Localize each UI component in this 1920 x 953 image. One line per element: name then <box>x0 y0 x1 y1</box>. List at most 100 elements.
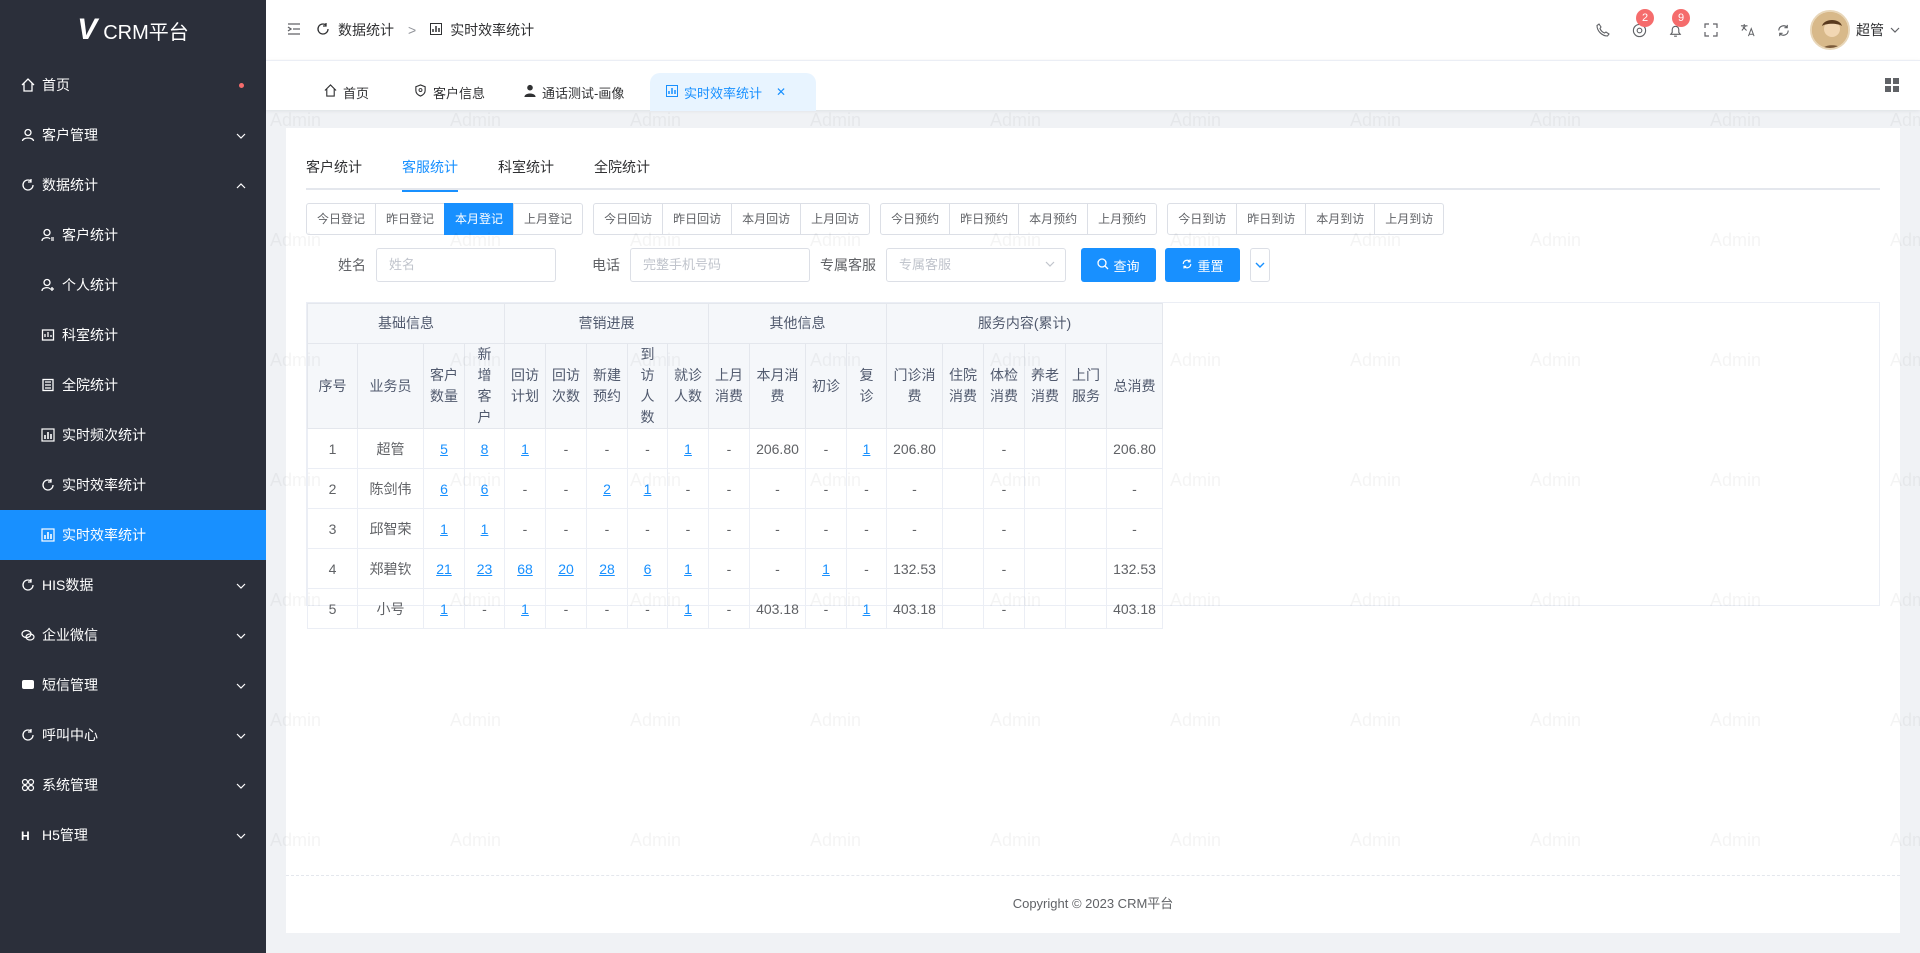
date-filter-button[interactable]: 今日到访 <box>1167 203 1238 235</box>
subtab-hospital[interactable]: 全院统计 <box>594 160 650 190</box>
date-filter-button[interactable]: 上月回访 <box>800 203 871 235</box>
sidebar-item[interactable]: 客户管理 <box>0 110 266 160</box>
service-select[interactable]: 专属客服 <box>886 248 1066 282</box>
sidebar-item[interactable]: 数据统计 <box>0 160 266 210</box>
subtab-department[interactable]: 科室统计 <box>498 160 554 190</box>
search-icon <box>1097 257 1109 273</box>
logo[interactable]: V CRM平台 <box>0 0 266 60</box>
sidebar-item-label: 科室统计 <box>62 327 118 343</box>
user-icon <box>20 127 36 143</box>
translate-icon[interactable] <box>1738 21 1756 39</box>
sidebar-item[interactable]: 实时效率统计 <box>0 510 266 560</box>
date-filter-button[interactable]: 昨日到访 <box>1236 203 1307 235</box>
name-input[interactable]: 姓名 <box>376 248 556 282</box>
close-icon[interactable]: ✕ <box>776 85 786 99</box>
sidebar-item[interactable]: 实时效率统计 <box>0 460 266 510</box>
tab-call-test[interactable]: 通话测试-画像 <box>508 73 640 111</box>
sidebar-item[interactable]: 实时频次统计 <box>0 410 266 460</box>
count-link[interactable]: 1 <box>684 601 692 617</box>
date-filter-button[interactable]: 本月预约 <box>1018 203 1089 235</box>
chevron-down-icon <box>1045 249 1055 281</box>
header-group-row: 基础信息 营销进展 其他信息 服务内容(累计) <box>307 303 1163 344</box>
table-cell: - <box>886 508 943 549</box>
sidebar-item[interactable]: 呼叫中心 <box>0 710 266 760</box>
sidebar-item[interactable]: 客户统计 <box>0 210 266 260</box>
count-link[interactable]: 68 <box>517 561 533 577</box>
date-filter-button[interactable]: 昨日预约 <box>949 203 1020 235</box>
reset-button[interactable]: 重置 <box>1165 248 1240 282</box>
table-cell: 1 <box>805 548 847 589</box>
at-icon[interactable]: 2 <box>1630 9 1654 39</box>
tab-customer-info[interactable]: 客户信息 <box>398 73 501 111</box>
date-filter-button[interactable]: 昨日回访 <box>662 203 733 235</box>
service-placeholder: 专属客服 <box>899 257 952 272</box>
sidebar-item[interactable]: 企业微信 <box>0 610 266 660</box>
count-link[interactable]: 28 <box>599 561 615 577</box>
tab-home[interactable]: 首页 <box>308 73 385 111</box>
user-menu[interactable]: 超管 <box>1810 10 1900 50</box>
breadcrumb-item[interactable]: 数据统计 <box>338 20 394 40</box>
sidebar-item[interactable]: 科室统计 <box>0 310 266 360</box>
sidebar-item[interactable]: 全院统计 <box>0 360 266 410</box>
count-link[interactable]: 5 <box>440 441 448 457</box>
avatar[interactable] <box>1810 10 1850 50</box>
table-cell: - <box>886 468 943 509</box>
date-filter-button[interactable]: 本月登记 <box>444 203 515 235</box>
count-link[interactable]: 6 <box>440 481 448 497</box>
menu-fold-icon[interactable] <box>286 21 302 40</box>
refresh-icon <box>316 22 330 39</box>
sidebar-item[interactable]: H H5管理 <box>0 810 266 860</box>
count-link[interactable]: 20 <box>558 561 574 577</box>
subtab-service[interactable]: 客服统计 <box>402 160 458 192</box>
table-cell: 3 <box>307 508 358 549</box>
date-filter-button[interactable]: 今日登记 <box>306 203 377 235</box>
count-link[interactable]: 1 <box>863 441 871 457</box>
date-filter-button[interactable]: 昨日登记 <box>375 203 446 235</box>
date-filter-button[interactable]: 今日回访 <box>593 203 664 235</box>
fullscreen-icon[interactable] <box>1702 21 1720 39</box>
table-cell: 1 <box>667 588 709 629</box>
home-icon <box>324 84 337 100</box>
sidebar-item[interactable]: 首页 <box>0 60 266 110</box>
count-link[interactable]: 8 <box>481 441 489 457</box>
count-link[interactable]: 1 <box>521 601 529 617</box>
table-cell: - <box>545 468 587 509</box>
date-filter-button[interactable]: 上月登记 <box>513 203 584 235</box>
count-link[interactable]: 2 <box>603 481 611 497</box>
phone-input[interactable]: 完整手机号码 <box>630 248 810 282</box>
date-filter-button[interactable]: 本月回访 <box>731 203 802 235</box>
date-filter-button[interactable]: 上月到访 <box>1374 203 1445 235</box>
date-filter-button[interactable]: 上月预约 <box>1087 203 1158 235</box>
logo-icon: V <box>77 13 97 46</box>
count-link[interactable]: 21 <box>436 561 452 577</box>
phone-icon[interactable] <box>1594 21 1612 39</box>
subtab-customer[interactable]: 客户统计 <box>306 160 362 190</box>
count-link[interactable]: 23 <box>477 561 493 577</box>
count-link[interactable]: 1 <box>481 521 489 537</box>
tab-realtime-efficiency[interactable]: 实时效率统计 ✕ <box>650 73 816 111</box>
count-link[interactable]: 6 <box>481 481 489 497</box>
date-filter-button[interactable]: 今日预约 <box>880 203 951 235</box>
table-cell: - <box>708 548 750 589</box>
sidebar-item[interactable]: 短信管理 <box>0 660 266 710</box>
count-link[interactable]: 1 <box>521 441 529 457</box>
table-cell <box>1065 508 1107 549</box>
count-link[interactable]: 1 <box>644 481 652 497</box>
chart-icon <box>40 427 56 443</box>
sidebar-item[interactable]: HIS数据 <box>0 560 266 610</box>
count-link[interactable]: 1 <box>440 521 448 537</box>
bell-icon[interactable]: 9 <box>1666 9 1690 39</box>
search-button[interactable]: 查询 <box>1081 248 1156 282</box>
reload-icon[interactable] <box>1774 21 1792 39</box>
expand-toggle-button[interactable] <box>1250 248 1270 282</box>
count-link[interactable]: 6 <box>644 561 652 577</box>
sidebar-item[interactable]: 个人统计 <box>0 260 266 310</box>
count-link[interactable]: 1 <box>684 441 692 457</box>
count-link[interactable]: 1 <box>440 601 448 617</box>
count-link[interactable]: 1 <box>863 601 871 617</box>
grid-icon[interactable] <box>1884 77 1900 96</box>
date-filter-button[interactable]: 本月到访 <box>1305 203 1376 235</box>
sidebar-item[interactable]: 系统管理 <box>0 760 266 810</box>
count-link[interactable]: 1 <box>684 561 692 577</box>
count-link[interactable]: 1 <box>822 561 830 577</box>
